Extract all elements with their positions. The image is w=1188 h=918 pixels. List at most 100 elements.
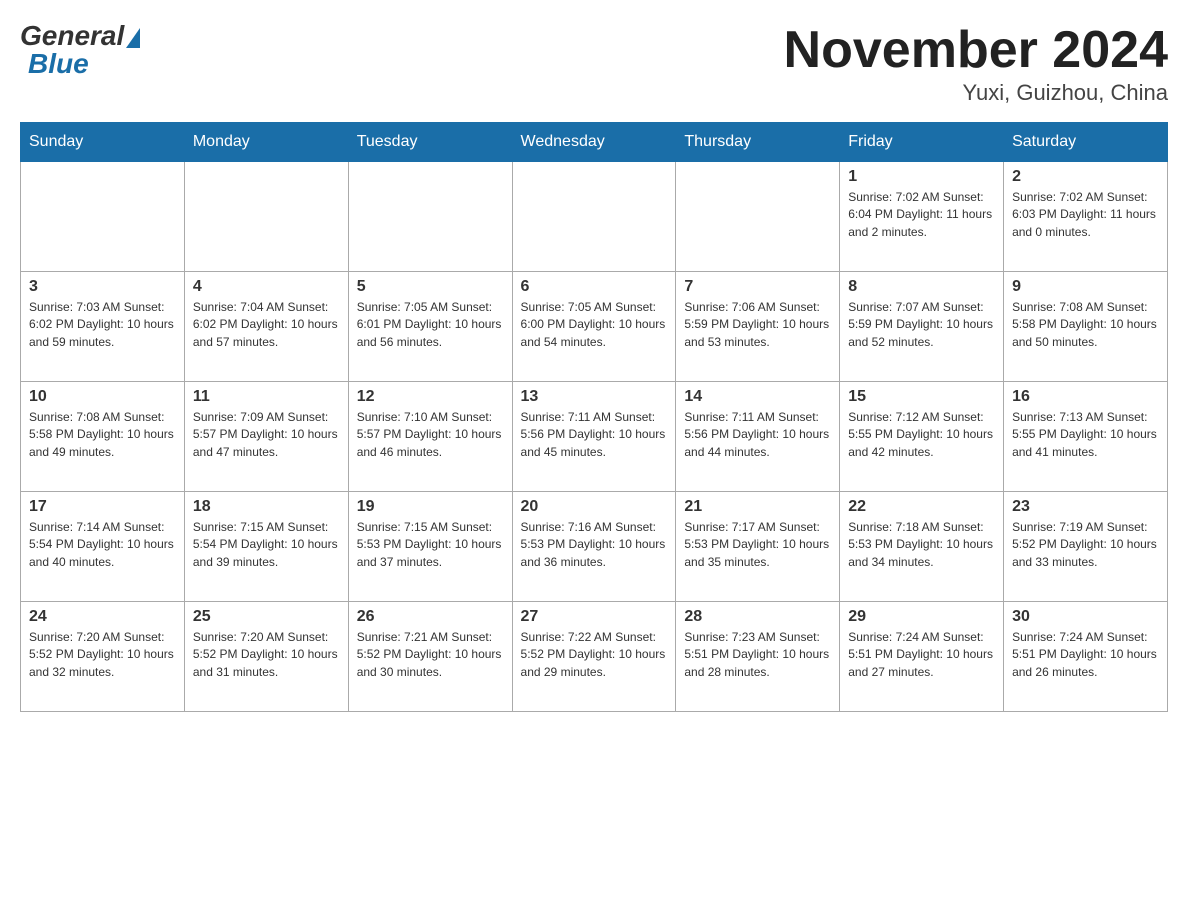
calendar-cell: 8 Sunrise: 7:07 AM Sunset: 5:59 PM Daylig… [840, 272, 1004, 382]
month-title: November 2024 [784, 20, 1168, 80]
day-info: Sunrise: 7:09 AM Sunset: 5:57 PM Dayligh… [193, 409, 340, 461]
day-info: Sunrise: 7:19 AM Sunset: 5:52 PM Dayligh… [1012, 519, 1159, 571]
day-number: 24 [29, 608, 176, 626]
calendar-week-1: 3 Sunrise: 7:03 AM Sunset: 6:02 PM Daylig… [21, 272, 1168, 382]
logo: General Blue [20, 20, 140, 80]
day-info: Sunrise: 7:02 AM Sunset: 6:03 PM Dayligh… [1012, 189, 1159, 241]
calendar-cell: 22Sunrise: 7:18 AM Sunset: 5:53 PM Dayli… [840, 492, 1004, 602]
day-info: Sunrise: 7:02 AM Sunset: 6:04 PM Dayligh… [848, 189, 995, 241]
day-info: Sunrise: 7:12 AM Sunset: 5:55 PM Dayligh… [848, 409, 995, 461]
calendar-cell: 28 Sunrise: 7:23 AM Sunset: 5:51 PM Dayli… [676, 602, 840, 712]
day-info: Sunrise: 7:10 AM Sunset: 5:57 PM Dayligh… [357, 409, 504, 461]
day-info: Sunrise: 7:22 AM Sunset: 5:52 PM Dayligh… [521, 629, 668, 681]
day-info: Sunrise: 7:08 AM Sunset: 5:58 PM Dayligh… [29, 409, 176, 461]
day-info: Sunrise: 7:14 AM Sunset: 5:54 PM Dayligh… [29, 519, 176, 571]
day-info: Sunrise: 7:05 AM Sunset: 6:00 PM Dayligh… [521, 299, 668, 351]
day-number: 28 [684, 608, 831, 626]
day-info: Sunrise: 7:24 AM Sunset: 5:51 PM Dayligh… [848, 629, 995, 681]
day-number: 18 [193, 498, 340, 516]
calendar-cell: 26Sunrise: 7:21 AM Sunset: 5:52 PM Dayli… [348, 602, 512, 712]
calendar-cell: 24 Sunrise: 7:20 AM Sunset: 5:52 PM Dayli… [21, 602, 185, 712]
calendar-cell: 5 Sunrise: 7:05 AM Sunset: 6:01 PM Daylig… [348, 272, 512, 382]
day-number: 26 [357, 608, 504, 626]
day-info: Sunrise: 7:04 AM Sunset: 6:02 PM Dayligh… [193, 299, 340, 351]
day-number: 17 [29, 498, 176, 516]
calendar-cell: 1 Sunrise: 7:02 AM Sunset: 6:04 PM Daylig… [840, 162, 1004, 272]
logo-triangle-icon [126, 28, 140, 48]
day-number: 15 [848, 388, 995, 406]
calendar-table: SundayMondayTuesdayWednesdayThursdayFrid… [20, 122, 1168, 712]
calendar-cell: 4 Sunrise: 7:04 AM Sunset: 6:02 PM Daylig… [184, 272, 348, 382]
day-number: 4 [193, 278, 340, 296]
calendar-cell [512, 162, 676, 272]
day-number: 30 [1012, 608, 1159, 626]
day-number: 16 [1012, 388, 1159, 406]
weekday-header-thursday: Thursday [676, 123, 840, 162]
calendar-cell: 7Sunrise: 7:06 AM Sunset: 5:59 PM Daylig… [676, 272, 840, 382]
calendar-cell [21, 162, 185, 272]
calendar-week-2: 10 Sunrise: 7:08 AM Sunset: 5:58 PM Dayli… [21, 382, 1168, 492]
calendar-cell: 13 Sunrise: 7:11 AM Sunset: 5:56 PM Dayli… [512, 382, 676, 492]
calendar-cell: 19 Sunrise: 7:15 AM Sunset: 5:53 PM Dayli… [348, 492, 512, 602]
day-number: 19 [357, 498, 504, 516]
day-number: 10 [29, 388, 176, 406]
day-number: 14 [684, 388, 831, 406]
day-number: 9 [1012, 278, 1159, 296]
calendar-cell: 11Sunrise: 7:09 AM Sunset: 5:57 PM Dayli… [184, 382, 348, 492]
day-info: Sunrise: 7:15 AM Sunset: 5:53 PM Dayligh… [357, 519, 504, 571]
day-info: Sunrise: 7:11 AM Sunset: 5:56 PM Dayligh… [684, 409, 831, 461]
calendar-cell: 12 Sunrise: 7:10 AM Sunset: 5:57 PM Dayli… [348, 382, 512, 492]
day-info: Sunrise: 7:17 AM Sunset: 5:53 PM Dayligh… [684, 519, 831, 571]
header: General Blue November 2024 Yuxi, Guizhou… [20, 20, 1168, 106]
day-number: 3 [29, 278, 176, 296]
weekday-header-saturday: Saturday [1004, 123, 1168, 162]
day-info: Sunrise: 7:07 AM Sunset: 5:59 PM Dayligh… [848, 299, 995, 351]
calendar-cell: 20 Sunrise: 7:16 AM Sunset: 5:53 PM Dayli… [512, 492, 676, 602]
calendar-cell: 30 Sunrise: 7:24 AM Sunset: 5:51 PM Dayli… [1004, 602, 1168, 712]
day-number: 8 [848, 278, 995, 296]
day-info: Sunrise: 7:24 AM Sunset: 5:51 PM Dayligh… [1012, 629, 1159, 681]
day-number: 27 [521, 608, 668, 626]
day-info: Sunrise: 7:20 AM Sunset: 5:52 PM Dayligh… [193, 629, 340, 681]
calendar-cell: 16 Sunrise: 7:13 AM Sunset: 5:55 PM Dayli… [1004, 382, 1168, 492]
calendar-cell: 25Sunrise: 7:20 AM Sunset: 5:52 PM Dayli… [184, 602, 348, 712]
weekday-header-sunday: Sunday [21, 123, 185, 162]
calendar-cell: 29Sunrise: 7:24 AM Sunset: 5:51 PM Dayli… [840, 602, 1004, 712]
day-info: Sunrise: 7:06 AM Sunset: 5:59 PM Dayligh… [684, 299, 831, 351]
day-number: 21 [684, 498, 831, 516]
calendar-cell: 3 Sunrise: 7:03 AM Sunset: 6:02 PM Daylig… [21, 272, 185, 382]
calendar-week-3: 17 Sunrise: 7:14 AM Sunset: 5:54 PM Dayli… [21, 492, 1168, 602]
calendar-cell: 27 Sunrise: 7:22 AM Sunset: 5:52 PM Dayli… [512, 602, 676, 712]
title-area: November 2024 Yuxi, Guizhou, China [784, 20, 1168, 106]
day-info: Sunrise: 7:23 AM Sunset: 5:51 PM Dayligh… [684, 629, 831, 681]
day-number: 23 [1012, 498, 1159, 516]
day-number: 20 [521, 498, 668, 516]
weekday-header-wednesday: Wednesday [512, 123, 676, 162]
day-number: 13 [521, 388, 668, 406]
calendar-cell: 6Sunrise: 7:05 AM Sunset: 6:00 PM Daylig… [512, 272, 676, 382]
day-number: 5 [357, 278, 504, 296]
day-info: Sunrise: 7:03 AM Sunset: 6:02 PM Dayligh… [29, 299, 176, 351]
calendar-cell: 15 Sunrise: 7:12 AM Sunset: 5:55 PM Dayli… [840, 382, 1004, 492]
calendar-cell: 17 Sunrise: 7:14 AM Sunset: 5:54 PM Dayli… [21, 492, 185, 602]
calendar-cell: 18Sunrise: 7:15 AM Sunset: 5:54 PM Dayli… [184, 492, 348, 602]
weekday-header-monday: Monday [184, 123, 348, 162]
calendar-week-0: 1 Sunrise: 7:02 AM Sunset: 6:04 PM Daylig… [21, 162, 1168, 272]
calendar-cell: 2Sunrise: 7:02 AM Sunset: 6:03 PM Daylig… [1004, 162, 1168, 272]
day-info: Sunrise: 7:20 AM Sunset: 5:52 PM Dayligh… [29, 629, 176, 681]
weekday-header-row: SundayMondayTuesdayWednesdayThursdayFrid… [21, 123, 1168, 162]
day-number: 1 [848, 168, 995, 186]
day-info: Sunrise: 7:05 AM Sunset: 6:01 PM Dayligh… [357, 299, 504, 351]
day-number: 22 [848, 498, 995, 516]
day-info: Sunrise: 7:08 AM Sunset: 5:58 PM Dayligh… [1012, 299, 1159, 351]
weekday-header-friday: Friday [840, 123, 1004, 162]
day-info: Sunrise: 7:13 AM Sunset: 5:55 PM Dayligh… [1012, 409, 1159, 461]
location: Yuxi, Guizhou, China [784, 80, 1168, 106]
day-info: Sunrise: 7:11 AM Sunset: 5:56 PM Dayligh… [521, 409, 668, 461]
day-number: 12 [357, 388, 504, 406]
calendar-cell: 23 Sunrise: 7:19 AM Sunset: 5:52 PM Dayli… [1004, 492, 1168, 602]
calendar-cell: 10 Sunrise: 7:08 AM Sunset: 5:58 PM Dayli… [21, 382, 185, 492]
calendar-cell [348, 162, 512, 272]
day-info: Sunrise: 7:16 AM Sunset: 5:53 PM Dayligh… [521, 519, 668, 571]
calendar-cell: 14 Sunrise: 7:11 AM Sunset: 5:56 PM Dayli… [676, 382, 840, 492]
